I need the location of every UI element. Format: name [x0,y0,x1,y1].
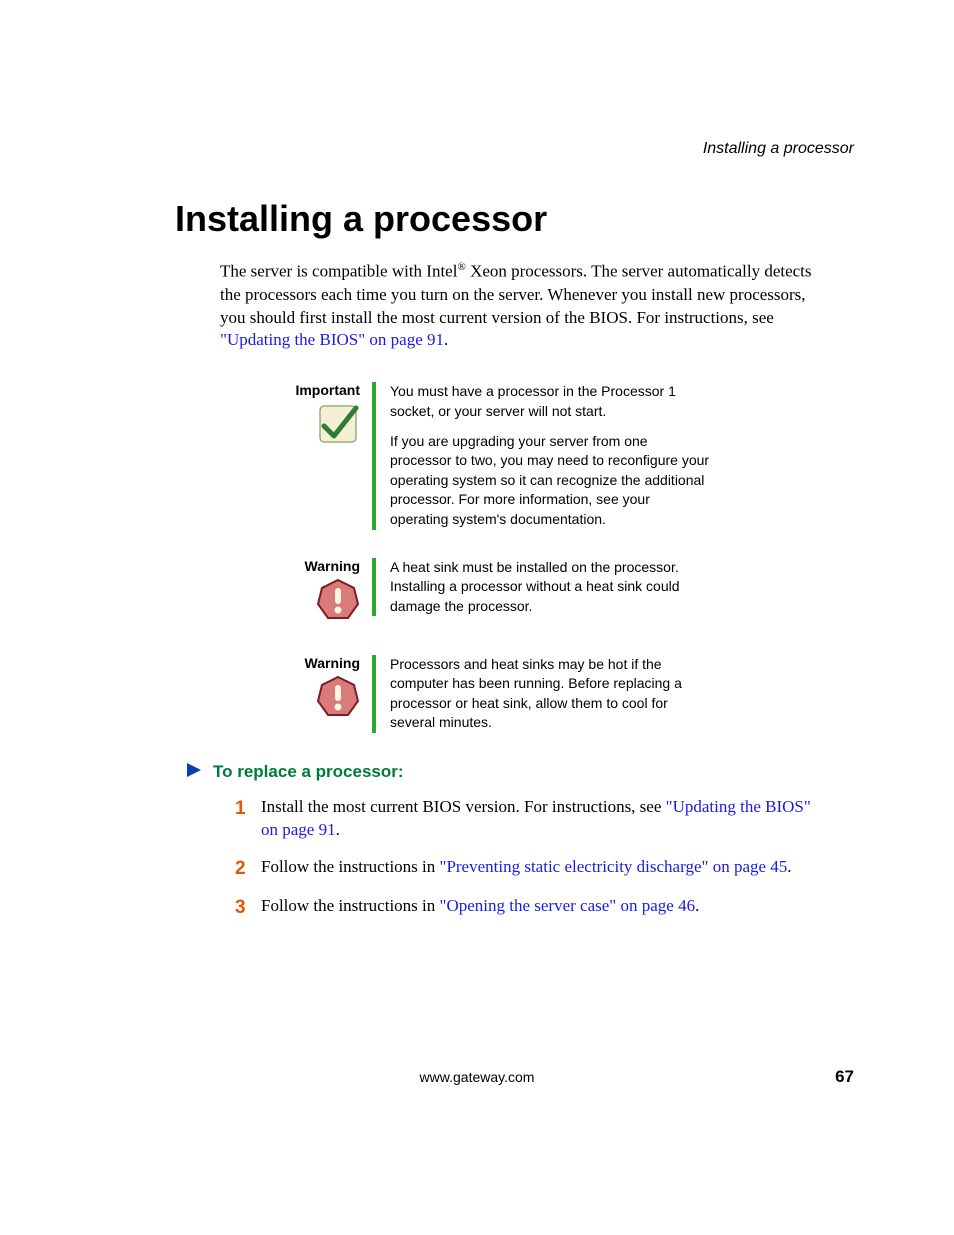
intro-text-3: . [444,330,448,349]
callout-text: If you are upgrading your server from on… [390,432,710,530]
callout-label: Warning [260,558,360,574]
step-item: 2 Follow the instructions in "Preventing… [235,856,814,882]
callout-label: Important [260,382,360,398]
callouts-container: Important You must have a processor in t… [260,382,774,733]
callout-warning: Warning A heat sink must be installed on… [260,558,774,627]
link-static-discharge[interactable]: "Preventing static electricity discharge… [440,857,788,876]
callout-text: A heat sink must be installed on the pro… [390,558,710,617]
link-updating-bios[interactable]: "Updating the BIOS" on page 91 [220,330,444,349]
page-footer: www.gateway.com 67 [0,1069,954,1085]
page-title: Installing a processor [175,198,854,240]
registered-symbol: ® [457,261,465,273]
procedure: To replace a processor: 1 Install the mo… [215,761,814,921]
callout-text: You must have a processor in the Process… [390,382,710,421]
triangle-bullet-icon [185,761,203,784]
step-item: 3 Follow the instructions in "Opening th… [235,895,814,921]
step-item: 1 Install the most current BIOS version.… [235,796,814,842]
procedure-title: To replace a processor: [213,762,404,782]
warning-icon [316,675,360,724]
step-number: 3 [235,895,261,921]
step-text: Follow the instructions in [261,857,440,876]
callout-warning: Warning Processors and heat sinks may be… [260,655,774,733]
step-number: 1 [235,796,261,842]
intro-paragraph: The server is compatible with Intel® Xeo… [220,260,819,352]
link-opening-case[interactable]: "Opening the server case" on page 46 [440,896,696,915]
step-text: Install the most current BIOS version. F… [261,797,666,816]
callout-text: Processors and heat sinks may be hot if … [390,655,710,733]
step-text: Follow the instructions in [261,896,440,915]
footer-url: www.gateway.com [420,1069,535,1085]
page-number: 67 [835,1067,854,1087]
intro-text-1: The server is compatible with Intel [220,262,457,281]
steps-list: 1 Install the most current BIOS version.… [235,796,814,921]
step-number: 2 [235,856,261,882]
document-page: Installing a processor Installing a proc… [0,0,954,1235]
step-text: . [787,857,791,876]
step-text: . [695,896,699,915]
callout-label: Warning [260,655,360,671]
running-head: Installing a processor [100,140,854,158]
step-text: . [336,820,340,839]
checkmark-icon [316,402,360,451]
warning-icon [316,578,360,627]
callout-important: Important You must have a processor in t… [260,382,774,529]
